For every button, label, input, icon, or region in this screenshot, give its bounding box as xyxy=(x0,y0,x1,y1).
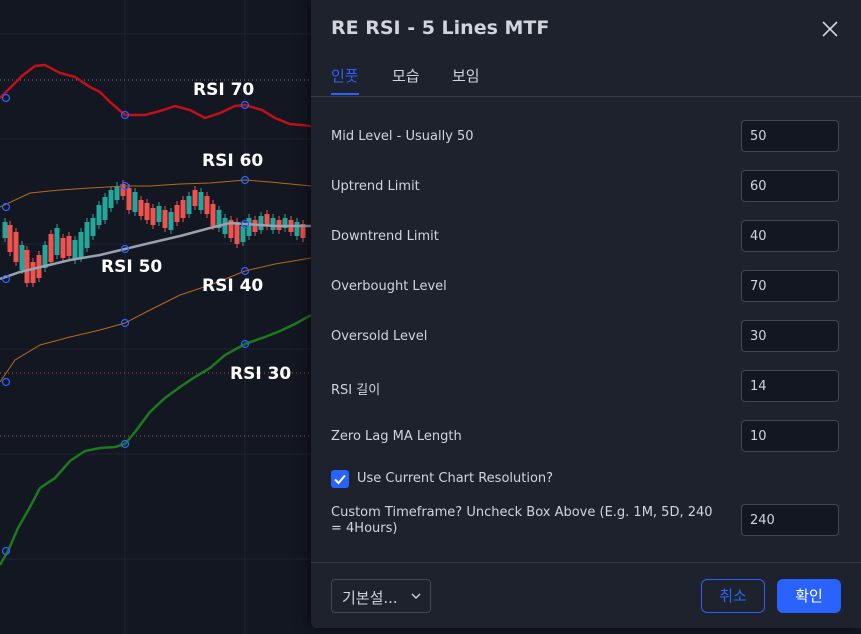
candle xyxy=(240,226,246,242)
rsi-40-label: RSI 40 xyxy=(202,276,264,296)
rsi-length-input[interactable] xyxy=(741,370,839,402)
candle xyxy=(270,218,276,230)
input-label: Downtrend Limit xyxy=(331,229,439,244)
candle xyxy=(78,232,84,258)
indicator-settings-dialog: RE RSI - 5 Lines MTF 인풋 모습 보임 Mid Level … xyxy=(311,0,861,628)
candle xyxy=(204,196,210,214)
candle xyxy=(198,192,204,210)
close-button[interactable] xyxy=(817,16,843,42)
candle xyxy=(174,205,180,222)
input-row-zero-lag-ma-length: Zero Lag MA Length xyxy=(331,420,841,454)
dialog-title: RE RSI - 5 Lines MTF xyxy=(331,17,550,39)
input-label: RSI 길이 xyxy=(331,383,381,398)
candle xyxy=(162,210,168,228)
rsi-60-label: RSI 60 xyxy=(202,151,264,171)
candle xyxy=(24,250,30,283)
tab-visibility[interactable]: 보임 xyxy=(452,65,480,93)
candle xyxy=(13,232,19,262)
ok-button[interactable]: 확인 xyxy=(777,579,841,613)
tab-inputs[interactable]: 인풋 xyxy=(331,65,359,95)
candle xyxy=(72,240,78,260)
candle xyxy=(54,228,60,255)
custom-timeframe-input[interactable] xyxy=(741,504,839,536)
uptrend-limit-input[interactable] xyxy=(741,170,839,202)
candle xyxy=(102,197,108,220)
close-icon xyxy=(822,21,838,37)
candle xyxy=(108,190,114,208)
defaults-dropdown[interactable]: 기본설... xyxy=(331,579,431,613)
candle xyxy=(186,196,192,214)
input-label: Mid Level - Usually 50 xyxy=(331,129,474,144)
overbought-level-input[interactable] xyxy=(741,270,839,302)
input-row-overbought-level: Overbought Level xyxy=(331,270,841,304)
candle xyxy=(126,188,132,210)
candle xyxy=(234,222,240,244)
candle xyxy=(222,218,228,234)
candle xyxy=(60,238,66,258)
rsi-30-label: RSI 30 xyxy=(230,364,292,384)
candle xyxy=(84,222,90,248)
candle xyxy=(90,218,96,236)
input-label: Oversold Level xyxy=(331,329,428,344)
candle xyxy=(48,234,54,262)
mid-level-input[interactable] xyxy=(741,120,839,152)
cancel-button[interactable]: 취소 xyxy=(701,579,765,613)
candle xyxy=(19,245,25,270)
input-row-rsi-length: RSI 길이 xyxy=(331,370,841,404)
input-label: Uptrend Limit xyxy=(331,179,420,194)
downtrend-limit-input[interactable] xyxy=(741,220,839,252)
rsi-50-label: RSI 50 xyxy=(101,257,163,277)
candle xyxy=(30,262,36,283)
custom-timeframe-label: Custom Timeframe? Uncheck Box Above (E.g… xyxy=(331,505,713,536)
dialog-tabs: 인풋 모습 보임 xyxy=(311,62,861,97)
candle xyxy=(132,192,138,212)
rsi-70-label: RSI 70 xyxy=(193,80,255,100)
checkmark-icon xyxy=(334,474,346,485)
chevron-down-icon xyxy=(411,593,421,599)
candle xyxy=(66,236,72,256)
candle xyxy=(180,200,186,218)
oversold-level-input[interactable] xyxy=(741,320,839,352)
candle xyxy=(7,225,13,252)
tab-style[interactable]: 모습 xyxy=(392,65,420,93)
candle xyxy=(156,206,162,222)
candle xyxy=(2,222,8,238)
candle xyxy=(96,205,102,225)
defaults-label: 기본설... xyxy=(342,589,398,607)
candle xyxy=(138,200,144,216)
zero-lag-ma-length-input[interactable] xyxy=(741,420,839,452)
input-row-downtrend-limit: Downtrend Limit xyxy=(331,220,841,254)
input-label: Overbought Level xyxy=(331,279,447,294)
candle xyxy=(168,212,174,230)
candle xyxy=(144,203,150,220)
candle xyxy=(294,222,300,236)
candle xyxy=(150,208,156,225)
input-row-oversold-level: Oversold Level xyxy=(331,320,841,354)
input-row-uptrend-limit: Uptrend Limit xyxy=(331,170,841,204)
use-current-resolution-checkbox[interactable] xyxy=(331,470,349,488)
candle xyxy=(210,204,216,226)
input-label: Zero Lag MA Length xyxy=(331,429,462,444)
candle xyxy=(114,186,120,200)
footer-divider xyxy=(311,562,861,563)
candle xyxy=(192,190,198,206)
candle xyxy=(258,216,264,230)
use-current-resolution-label: Use Current Chart Resolution? xyxy=(357,471,554,486)
input-row-mid-level: Mid Level - Usually 50 xyxy=(331,120,841,154)
